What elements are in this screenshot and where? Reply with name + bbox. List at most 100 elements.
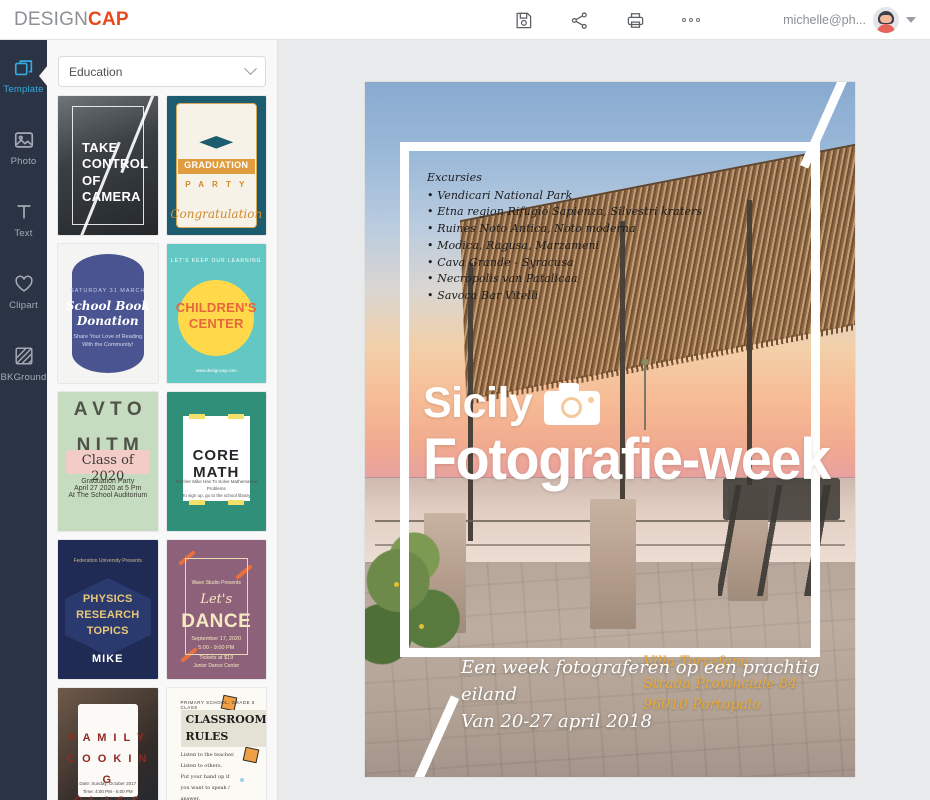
template-subtitle: P A R T Y	[185, 180, 248, 189]
top-toolbar	[510, 0, 704, 40]
background-icon	[13, 345, 35, 367]
template-thumb[interactable]: LET'S KEEP OUR LEARNING CHILDREN'S CENTE…	[165, 243, 267, 384]
more-button[interactable]	[678, 7, 704, 33]
template-top-text: Wave Studio Presents	[191, 580, 241, 586]
template-subtitle: September 17, 2020 5:00 - 9:00 PM Ticket…	[191, 636, 242, 661]
tagline-line-2: Van 20-27 april 2018	[461, 711, 652, 732]
template-rules: Listen to the teacher. Listen to others.…	[180, 752, 235, 800]
template-script: Congratulation	[170, 207, 263, 221]
list-item: Savoca Bar Vitelli	[427, 288, 702, 305]
list-item: Etna region Rifugio Sapienza, Silvestri …	[427, 204, 702, 221]
poster-title-line1: Sicily	[423, 379, 533, 427]
chevron-down-icon	[906, 17, 916, 23]
decor-plus	[188, 500, 205, 505]
template-icon	[13, 57, 35, 79]
sidebar-item-photo[interactable]: Photo	[0, 112, 47, 184]
decor-plus	[188, 414, 205, 419]
camera-icon	[544, 382, 601, 425]
poster-title-block[interactable]: Sicily Fotografie-week	[423, 382, 847, 489]
poster-canvas[interactable]: Excursies Vendicari National Park Etna r…	[365, 82, 855, 777]
template-top-text: SATURDAY 31 MARCH	[70, 288, 146, 294]
sidebar-item-text[interactable]: Text	[0, 184, 47, 256]
user-email: michelle@ph...	[783, 13, 866, 27]
template-subtitle: Date: Sunday, October 2017 Time: 4:00 PM…	[79, 781, 137, 800]
user-menu[interactable]: michelle@ph...	[783, 0, 916, 40]
avatar	[873, 7, 899, 33]
logo-accent: CAP	[88, 8, 129, 30]
sidebar-item-clipart[interactable]: Clipart	[0, 256, 47, 328]
template-bottom-text: www.designcap.com	[195, 368, 237, 373]
template-thumb[interactable]: F A M I L Y C O O K I N G C L A S S Date…	[57, 687, 159, 800]
sidebar-item-label: Clipart	[9, 300, 38, 311]
template-top-text: PRIMARY SCHOOL, GRADE 5 CLASS	[180, 700, 255, 710]
template-subtitle: Graduation Party April 27 2020 at 5 Pm A…	[68, 478, 148, 499]
template-thumb[interactable]: PRIMARY SCHOOL, GRADE 5 CLASS CLASSROOM …	[165, 687, 267, 800]
list-item: Necropolis van Patalicaa	[427, 271, 702, 288]
tagline-line-1: Een week fotograferen op een prachtig ei…	[461, 657, 820, 705]
excursions-block[interactable]: Excursies Vendicari National Park Etna r…	[427, 170, 702, 305]
template-title: CLASSROOM RULES	[180, 710, 267, 747]
app-logo[interactable]: DESIGNCAP	[14, 9, 129, 31]
save-icon	[514, 11, 533, 30]
template-title: DANCE	[181, 611, 252, 632]
template-title: School Book Donation	[65, 299, 150, 328]
sidebar-item-label: Template	[3, 84, 44, 95]
photo-icon	[13, 129, 35, 151]
template-thumb[interactable]: A V T ON I T M V K I UD W Class of 2020 …	[57, 391, 159, 532]
template-script: Let's	[200, 592, 233, 607]
template-thumb[interactable]: SATURDAY 31 MARCH School Book Donation S…	[57, 243, 159, 384]
decor-cube	[242, 746, 260, 764]
excursions-list: Vendicari National Park Etna region Rifu…	[427, 188, 702, 305]
template-bottom-text: Share Your Love of Reading With the Comm…	[73, 333, 143, 348]
excursions-heading: Excursies	[427, 171, 482, 184]
sidebar-item-template[interactable]: Template	[0, 40, 47, 112]
sidebar-item-label: Photo	[10, 156, 37, 167]
template-title: CORE MATH	[192, 447, 240, 482]
template-thumb[interactable]: CORE MATH Teacher Mike Has To Solve Math…	[165, 391, 267, 532]
template-title: TAKE CONTROL OF CAMERA	[82, 140, 149, 204]
chevron-down-icon	[244, 62, 257, 76]
template-thumb[interactable]: Wave Studio Presents Let's DANCE Septemb…	[165, 539, 267, 680]
template-panel: Education TAKE CONTROL OF CAMERA GRADUAT…	[47, 40, 278, 800]
share-button[interactable]	[566, 7, 592, 33]
list-item: Vendicari National Park	[427, 188, 702, 205]
canvas-area[interactable]: Excursies Vendicari National Park Etna r…	[278, 40, 930, 800]
left-sidebar: Template Photo Text Clipart BKGround	[0, 40, 47, 800]
template-thumb[interactable]: TAKE CONTROL OF CAMERA	[57, 95, 159, 236]
poster-tagline[interactable]: Een week fotograferen op een prachtig ei…	[461, 654, 855, 735]
poster-title-row: Sicily	[423, 382, 847, 425]
text-icon	[13, 201, 35, 223]
template-bottom-text: MIKE	[92, 653, 124, 665]
category-select[interactable]: Education	[58, 56, 266, 87]
decor-dot	[240, 778, 244, 782]
save-button[interactable]	[510, 7, 536, 33]
sidebar-item-label: BKGround	[0, 372, 47, 383]
top-bar: DESIGNCAP michelle@ph...	[0, 0, 930, 40]
more-icon	[682, 18, 700, 22]
template-top-text: LET'S KEEP OUR LEARNING	[170, 258, 262, 264]
template-top-text: Federation University Presents	[73, 558, 142, 564]
template-grid: TAKE CONTROL OF CAMERA GRADUATION P A R …	[47, 95, 277, 800]
template-subtitle: Teacher Mike Has To Solve Mathematical P…	[175, 479, 258, 499]
list-item: Ruines Noto Antica, Noto moderna	[427, 221, 702, 238]
category-select-wrap: Education	[47, 40, 277, 95]
poster-title-line2: Fotografie-week	[423, 427, 831, 492]
template-thumb[interactable]: GRADUATION P A R T Y Congratulation	[165, 95, 267, 236]
template-title: CHILDREN'S CENTER	[175, 300, 257, 332]
print-icon	[626, 11, 645, 30]
list-item: Modica, Ragusa, Marzameni	[427, 238, 702, 255]
template-thumb[interactable]: Federation University Presents PHYSICS R…	[57, 539, 159, 680]
clipart-heart-icon	[13, 273, 35, 295]
logo-primary: DESIGN	[14, 8, 89, 30]
share-icon	[570, 11, 589, 30]
decor-plus	[228, 414, 244, 419]
print-button[interactable]	[622, 7, 648, 33]
template-title: GRADUATION	[184, 160, 249, 170]
decor-plus	[228, 500, 244, 505]
sidebar-item-bkground[interactable]: BKGround	[0, 328, 47, 400]
list-item: Cava Grande - Syracusa	[427, 255, 702, 272]
template-title: PHYSICS RESEARCH TOPICS	[76, 593, 140, 637]
template-bottom-text: Junior Dance Center	[193, 663, 240, 669]
category-select-value: Education	[69, 64, 123, 79]
designcap-editor: DESIGNCAP michelle@ph... Template Photo …	[0, 0, 930, 800]
